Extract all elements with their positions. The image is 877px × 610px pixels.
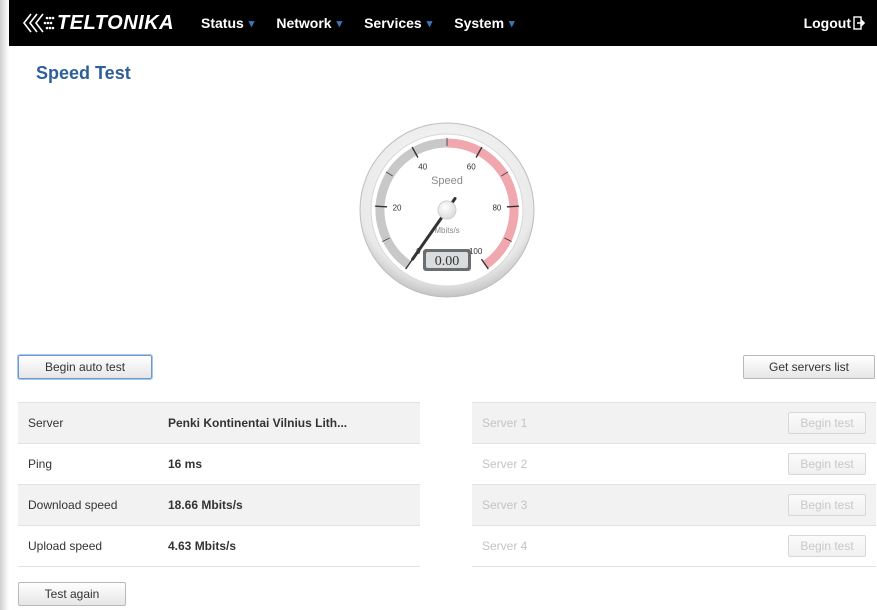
speed-gauge: 020406080100 Speed Mbits/s 0.00 <box>357 120 537 300</box>
left-edge-shadow <box>0 0 9 610</box>
table-row: Server 4 Begin test <box>472 526 876 567</box>
logout-label: Logout <box>803 15 851 31</box>
server-label: Server 2 <box>482 457 528 471</box>
table-row: Server 2 Begin test <box>472 444 876 485</box>
get-servers-list-button[interactable]: Get servers list <box>743 355 875 379</box>
result-value: 16 ms <box>168 457 203 471</box>
main-nav: Status ▾ Network ▾ Services ▾ System ▾ <box>201 0 537 46</box>
gauge-tick-label: 40 <box>418 162 427 171</box>
nav-item-status[interactable]: Status ▾ <box>201 15 254 31</box>
nav-item-network[interactable]: Network ▾ <box>276 15 342 31</box>
gauge-unit: Mbits/s <box>434 226 459 235</box>
gauge-tick-label: 60 <box>467 162 476 171</box>
top-navigation-bar: TELTONIKA Status ▾ Network ▾ Services ▾ … <box>9 0 877 46</box>
nav-item-label: Services <box>364 15 422 31</box>
begin-auto-test-button[interactable]: Begin auto test <box>18 355 152 379</box>
nav-item-services[interactable]: Services ▾ <box>364 15 432 31</box>
table-row: Server Penki Kontinentai Vilnius Lith... <box>18 402 420 444</box>
table-row: Server 3 Begin test <box>472 485 876 526</box>
test-again-button[interactable]: Test again <box>18 582 126 606</box>
gauge-title: Speed <box>431 175 463 187</box>
page-title: Speed Test <box>36 63 131 83</box>
begin-test-button[interactable]: Begin test <box>788 494 866 516</box>
table-row: Upload speed 4.63 Mbits/s <box>18 526 420 567</box>
nav-item-label: Network <box>276 15 332 31</box>
gauge-tick-label: 80 <box>492 203 501 212</box>
result-label: Ping <box>28 457 53 471</box>
chevron-down-icon: ▾ <box>248 17 255 30</box>
nav-item-system[interactable]: System ▾ <box>454 15 514 31</box>
logout-link[interactable]: Logout <box>804 0 865 46</box>
chevron-down-icon: ▾ <box>336 17 343 30</box>
begin-test-button[interactable]: Begin test <box>788 453 866 475</box>
nav-item-label: System <box>454 15 505 31</box>
result-value: 18.66 Mbits/s <box>168 498 243 512</box>
result-label: Upload speed <box>28 539 103 553</box>
server-label: Server 4 <box>482 539 528 553</box>
speed-gauge-graphic: 020406080100 Speed Mbits/s 0.00 <box>359 122 535 298</box>
chevron-down-icon: ▾ <box>426 17 433 30</box>
server-label: Server 1 <box>482 416 528 430</box>
gauge-tick-label: 20 <box>393 203 402 212</box>
result-value: 4.63 Mbits/s <box>168 539 237 553</box>
result-value: Penki Kontinentai Vilnius Lith... <box>168 416 348 430</box>
teltonika-logo[interactable]: TELTONIKA <box>21 10 174 36</box>
gauge-hub <box>437 200 457 220</box>
servers-table: Server 1 Begin test Server 2 Begin test … <box>472 402 876 567</box>
logo-text: TELTONIKA <box>57 11 175 34</box>
teltonika-logo-icon <box>22 13 55 33</box>
server-label: Server 3 <box>482 498 528 512</box>
table-row: Server 1 Begin test <box>472 402 876 444</box>
results-table: Server Penki Kontinentai Vilnius Lith...… <box>18 402 420 567</box>
result-label: Download speed <box>28 498 118 512</box>
table-row: Download speed 18.66 Mbits/s <box>18 485 420 526</box>
chevron-down-icon: ▾ <box>509 17 515 30</box>
gauge-readout: 0.00 <box>435 254 460 269</box>
begin-test-button[interactable]: Begin test <box>788 535 866 557</box>
gauge-major-tick <box>375 205 388 208</box>
logout-icon <box>853 16 865 30</box>
gauge-tick-label: 100 <box>469 247 483 256</box>
table-row: Ping 16 ms <box>18 444 420 485</box>
result-label: Server <box>28 416 64 430</box>
gauge-major-tick <box>506 205 519 208</box>
begin-test-button[interactable]: Begin test <box>788 412 866 434</box>
nav-item-label: Status <box>201 15 244 31</box>
